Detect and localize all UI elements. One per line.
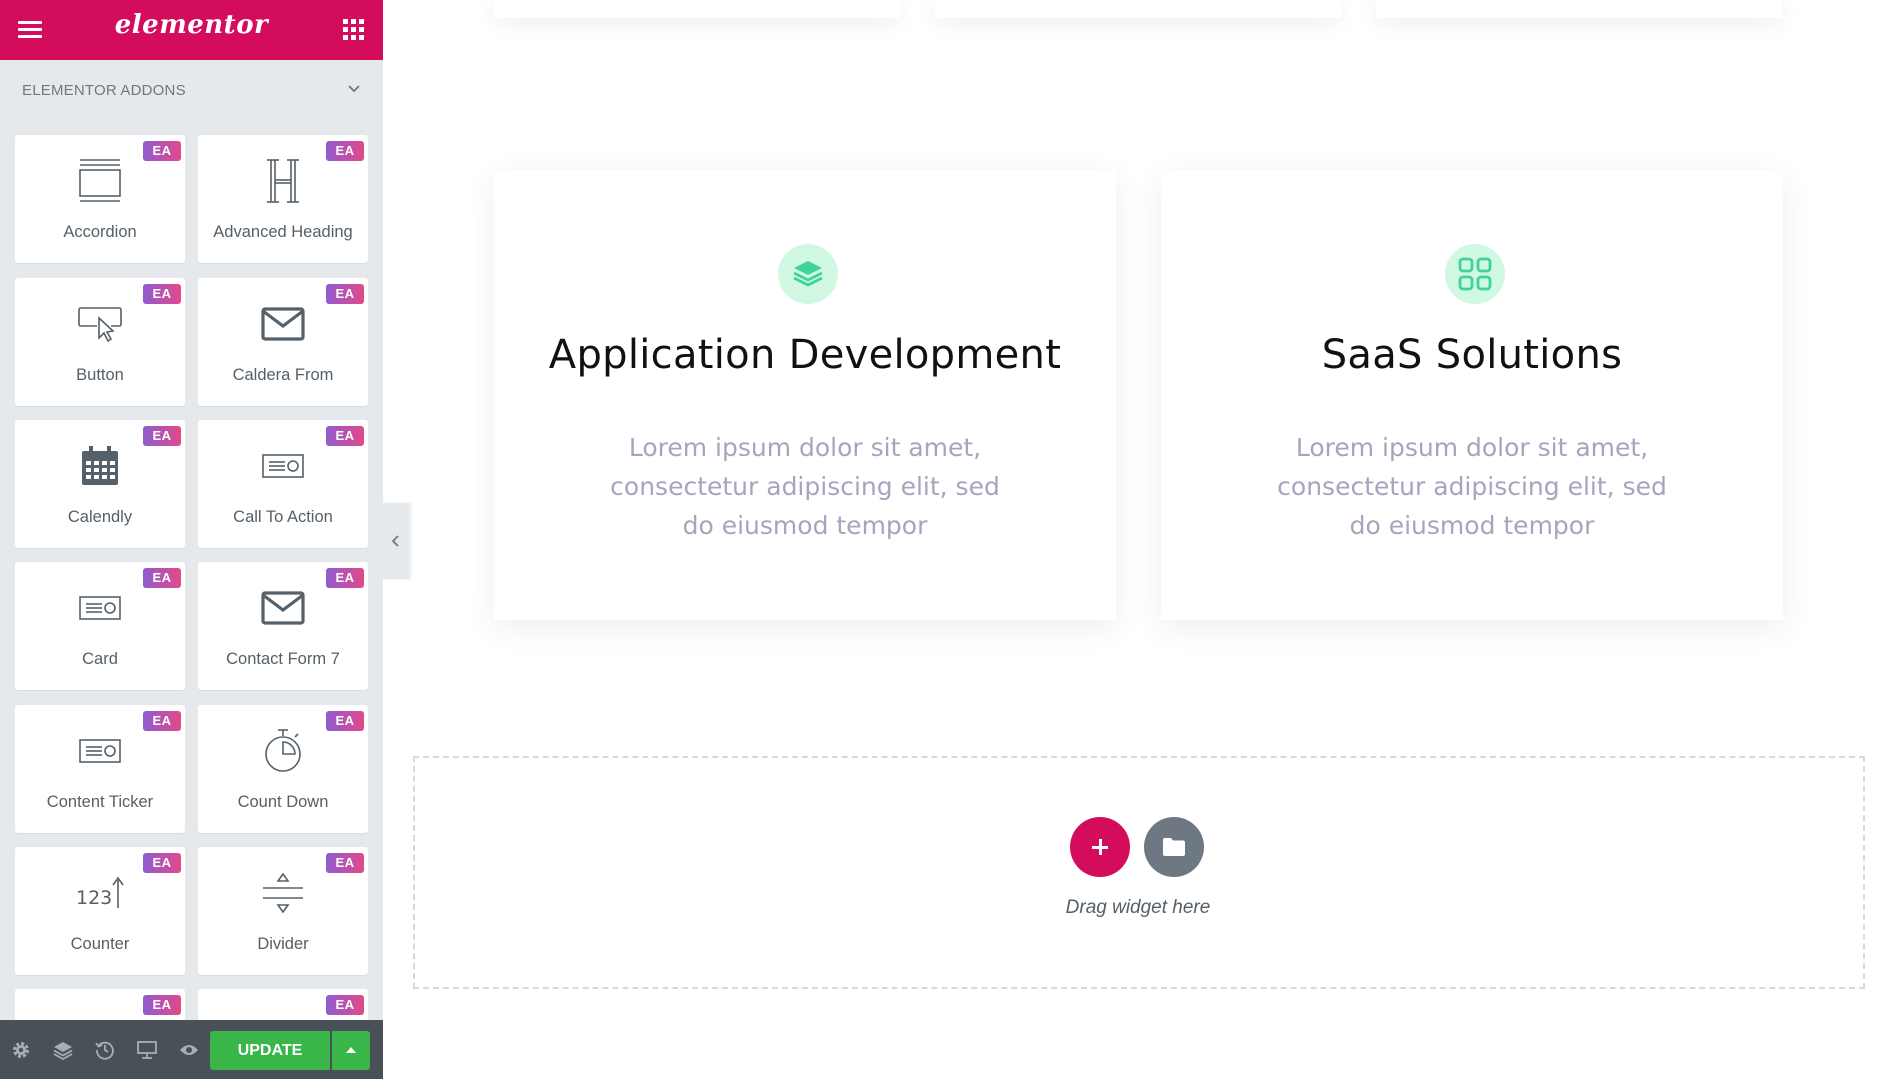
layers-icon (778, 244, 838, 304)
widget-label: Call To Action (233, 508, 333, 526)
widget-label: Card (82, 650, 118, 668)
call-to-action-icon (198, 438, 368, 494)
panel-collapse-toggle[interactable] (383, 503, 409, 579)
widget-content-ticker[interactable]: EA Content Ticker (15, 705, 185, 833)
counter-icon: 123 (15, 865, 185, 921)
ea-badge: EA (326, 995, 364, 1015)
top-card (1376, 0, 1782, 18)
top-card (935, 0, 1341, 18)
widget-accordion[interactable]: EA Accordion (15, 135, 185, 263)
content-ticker-icon (15, 723, 185, 779)
calendar-icon (15, 438, 185, 494)
elementor-panel: elementor ELEMENTOR ADDONS EA Accordion … (0, 0, 383, 1079)
panel-header: elementor (0, 0, 383, 60)
apps-grid-icon (1445, 244, 1505, 304)
card-text: Lorem ipsum dolor sit amet, consectetur … (610, 433, 1000, 540)
save-options-caret-icon[interactable] (332, 1031, 370, 1070)
chevron-left-icon (391, 535, 399, 547)
card-text: Lorem ipsum dolor sit amet, consectetur … (1277, 433, 1667, 540)
widget-label: Contact Form 7 (226, 650, 340, 668)
stopwatch-icon (198, 723, 368, 779)
widget-count-down[interactable]: EA Count Down (198, 705, 368, 833)
widget-card[interactable]: EA Card (15, 562, 185, 690)
history-icon[interactable] (94, 1039, 116, 1061)
empty-section-drop-zone[interactable] (413, 756, 1865, 989)
category-toggle[interactable]: ELEMENTOR ADDONS (0, 60, 383, 118)
folder-icon (1163, 838, 1185, 856)
widget-contact-form-7[interactable]: EA Contact Form 7 (198, 562, 368, 690)
card-title: Application Development (548, 332, 1062, 378)
envelope-icon (198, 580, 368, 636)
add-section-button[interactable] (1070, 817, 1130, 877)
widget-call-to-action[interactable]: EA Call To Action (198, 420, 368, 548)
widget-label: Advanced Heading (213, 223, 353, 241)
widget-divider[interactable]: EA Divider (198, 847, 368, 975)
button-icon (15, 296, 185, 352)
widgets-grid-icon[interactable] (343, 19, 365, 41)
widget-label: Count Down (237, 793, 329, 811)
service-card[interactable]: SaaS Solutions Lorem ipsum dolor sit ame… (1161, 170, 1783, 620)
drag-widget-hint: Drag widget here (1065, 897, 1211, 918)
widget-label: Content Ticker (46, 793, 154, 811)
category-title: ELEMENTOR ADDONS (22, 82, 186, 99)
widget-label: Accordion (63, 223, 137, 241)
add-template-button[interactable] (1144, 817, 1204, 877)
heading-icon (198, 153, 368, 209)
widget-label: Calendly (67, 508, 133, 526)
widget-label: Counter (70, 935, 130, 953)
ea-badge: EA (143, 995, 181, 1015)
widget-label: Divider (257, 935, 309, 953)
preview-eye-icon[interactable] (178, 1039, 200, 1061)
widget-caldera-from[interactable]: EA Caldera From (198, 278, 368, 406)
widget-label: Caldera From (232, 366, 334, 384)
svg-text:123: 123 (76, 887, 112, 909)
widget-label: Button (76, 366, 124, 384)
navigator-layers-icon[interactable] (52, 1039, 74, 1061)
top-card (494, 0, 900, 18)
accordion-icon (15, 153, 185, 209)
divider-icon (198, 865, 368, 921)
widget-counter[interactable]: EA 123 Counter (15, 847, 185, 975)
elementor-logo: elementor (114, 10, 269, 40)
chevron-down-icon (348, 85, 360, 93)
widget-button[interactable]: EA Button (15, 278, 185, 406)
card-icon (15, 580, 185, 636)
widget-calendly[interactable]: EA Calendly (15, 420, 185, 548)
service-card[interactable]: Application Development Lorem ipsum dolo… (494, 170, 1116, 620)
responsive-desktop-icon[interactable] (136, 1039, 158, 1061)
card-title: SaaS Solutions (1321, 332, 1623, 378)
widget-advanced-heading[interactable]: EA Advanced Heading (198, 135, 368, 263)
panel-footer: UPDATE (0, 1020, 383, 1079)
envelope-icon (198, 296, 368, 352)
settings-gear-icon[interactable] (10, 1039, 32, 1061)
update-button[interactable]: UPDATE (210, 1031, 330, 1070)
